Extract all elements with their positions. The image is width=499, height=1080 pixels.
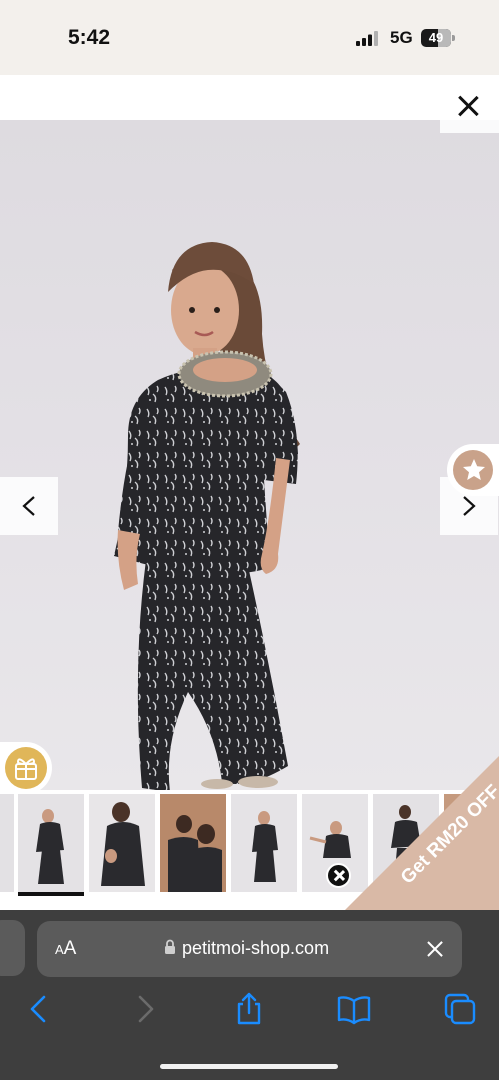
url-text: petitmoi-shop.com — [182, 938, 330, 958]
thumbnail-2[interactable] — [18, 794, 84, 896]
product-photo — [0, 120, 499, 790]
thumbnail-1[interactable] — [0, 794, 14, 892]
thumbnail-4[interactable] — [160, 794, 226, 892]
previous-tab-edge[interactable] — [0, 920, 25, 976]
model-illustration — [114, 242, 300, 790]
promo-ribbon[interactable]: Get RM20 OFF — [345, 756, 499, 910]
star-icon — [463, 459, 485, 480]
tabs-icon[interactable] — [443, 992, 477, 1026]
previous-image-button[interactable] — [0, 477, 58, 535]
battery-level: 49 — [428, 30, 444, 45]
address-bar[interactable]: AA petitmoi-shop.com — [37, 921, 462, 977]
gift-button[interactable] — [0, 742, 52, 794]
status-time: 5:42 — [68, 26, 111, 49]
share-icon[interactable] — [232, 992, 266, 1026]
bookmarks-icon[interactable] — [337, 992, 371, 1026]
thumbnail-5[interactable] — [231, 794, 297, 892]
lock-icon — [165, 939, 175, 954]
home-indicator — [160, 1064, 338, 1069]
chevron-right-icon — [463, 496, 476, 516]
gift-icon — [15, 758, 37, 780]
cellular-signal-icon — [356, 31, 378, 46]
image-counter-tab — [440, 120, 499, 133]
close-icon[interactable] — [452, 90, 484, 122]
forward-icon[interactable] — [128, 992, 162, 1026]
back-icon[interactable] — [22, 992, 56, 1026]
thumbnail-3[interactable] — [89, 794, 155, 892]
reader-settings-button[interactable]: AA — [55, 938, 76, 960]
chevron-left-icon — [22, 496, 35, 516]
status-bar: 5:42 5G 49 — [0, 0, 499, 75]
network-type: 5G — [390, 28, 413, 47]
close-icon[interactable] — [424, 938, 446, 960]
favorite-button[interactable] — [447, 444, 499, 496]
battery-icon: 49 — [421, 29, 455, 47]
